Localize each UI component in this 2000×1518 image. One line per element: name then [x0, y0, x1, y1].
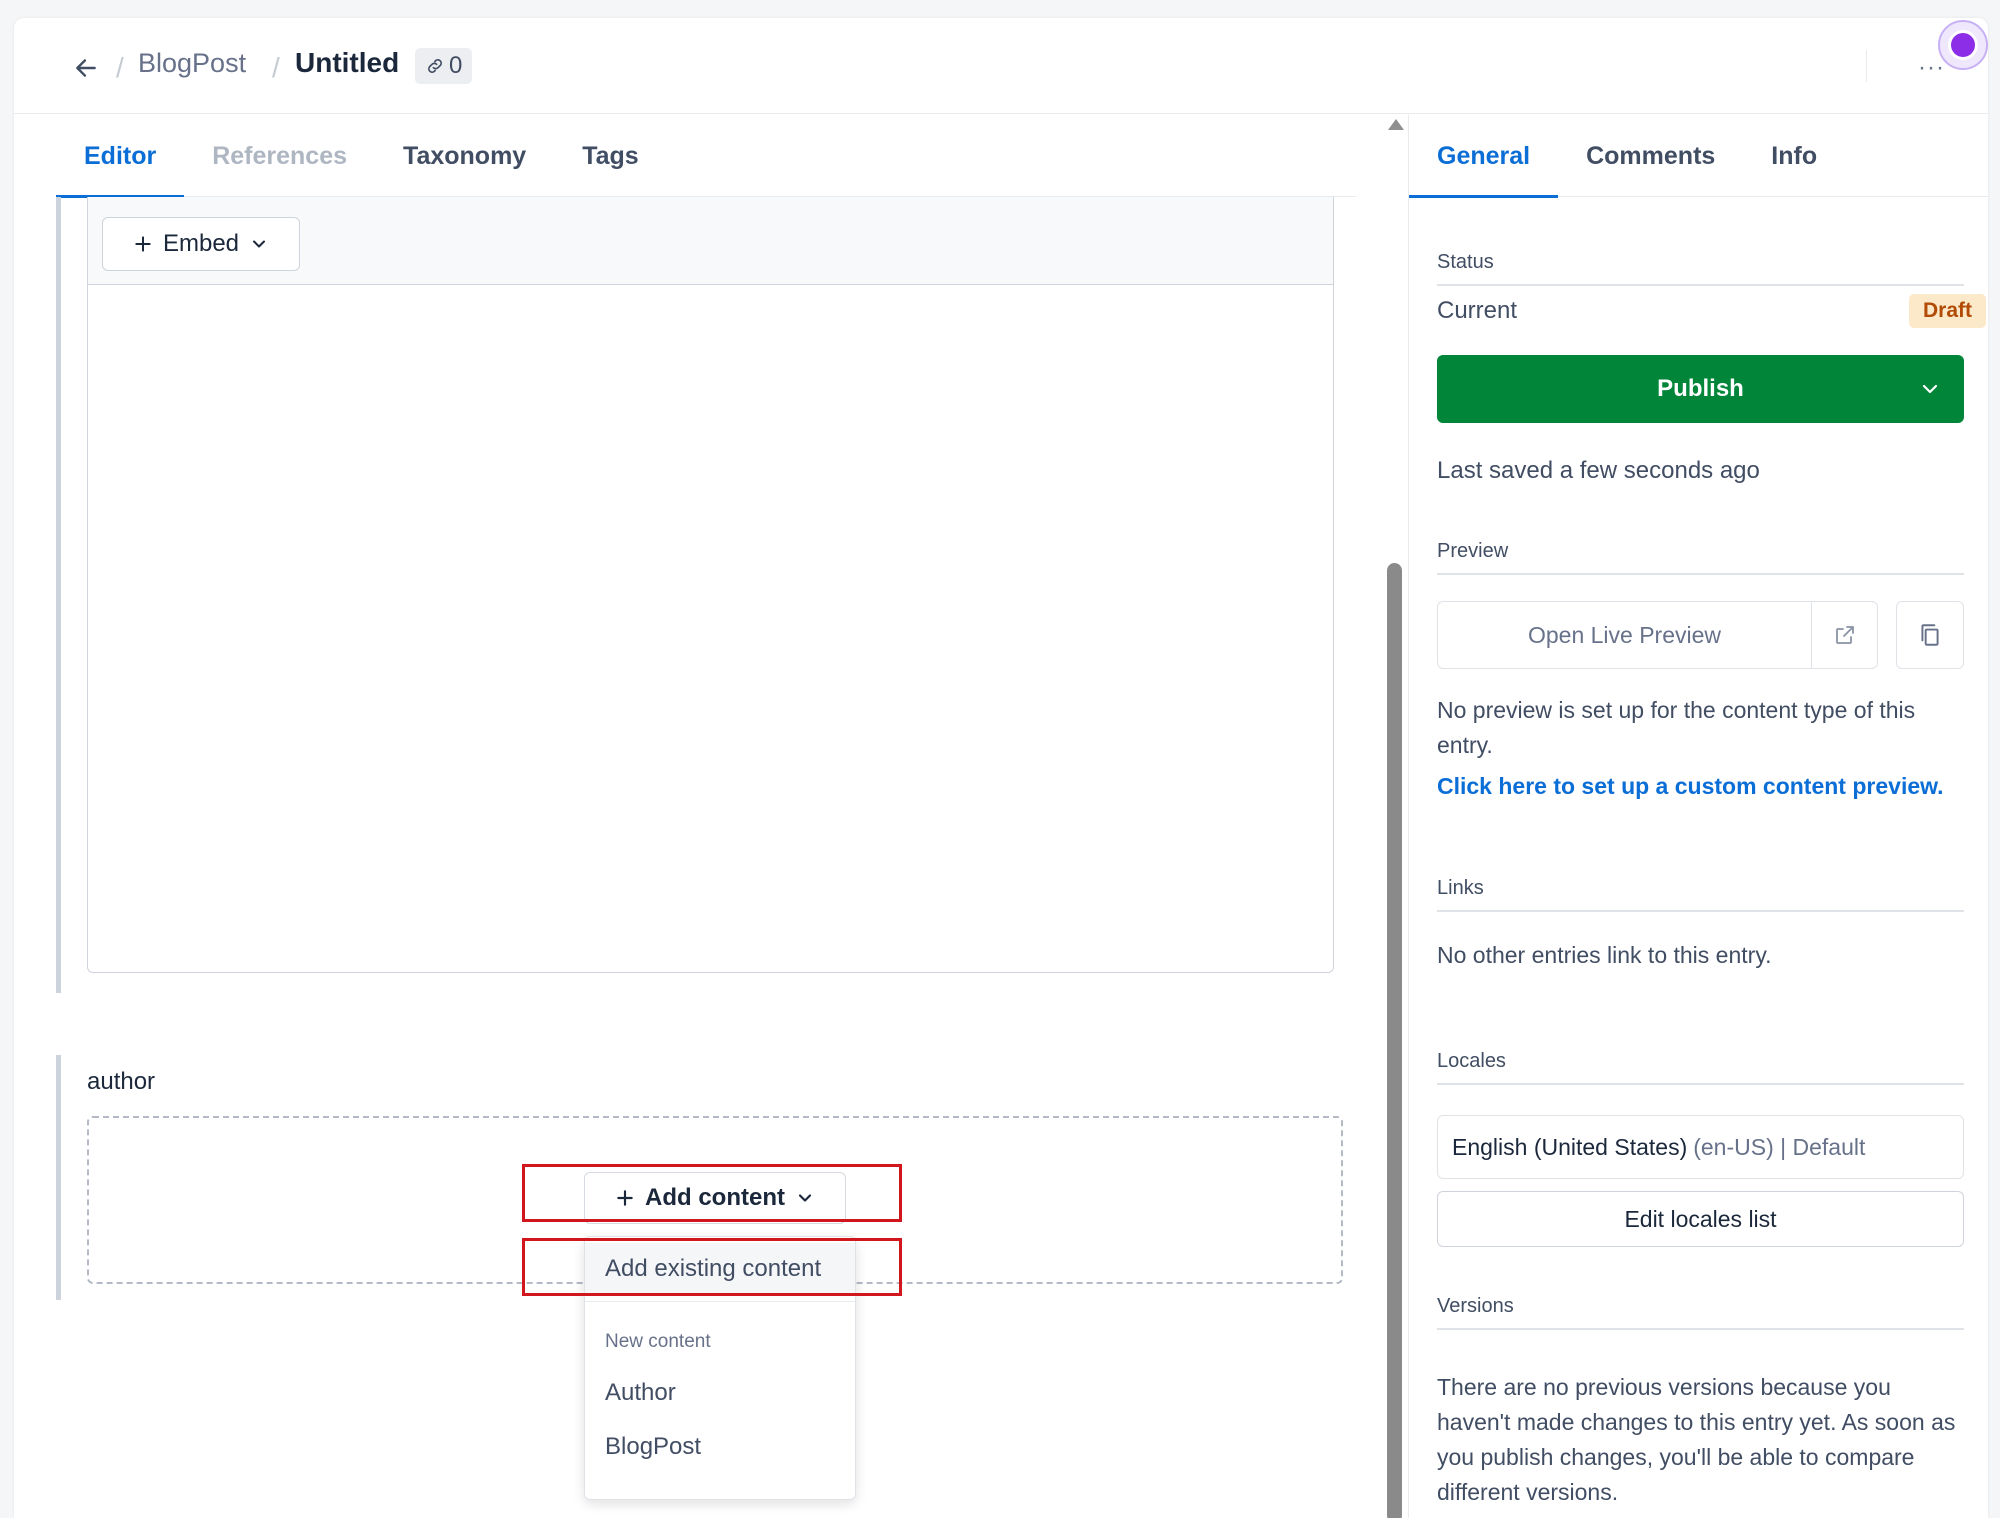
custom-preview-link[interactable]: Click here to set up a custom content pr… [1437, 773, 1944, 800]
field-focus-bar [56, 197, 61, 993]
menu-item-author[interactable]: Author [585, 1367, 855, 1419]
tab-info[interactable]: Info [1743, 115, 1845, 197]
tab-label: Tags [582, 141, 639, 170]
arrow-left-icon [76, 59, 96, 77]
add-content-menu: Add existing content New content Author … [584, 1236, 856, 1500]
tab-label: Editor [84, 141, 157, 170]
plus-icon [135, 236, 151, 252]
breadcrumb-content-type[interactable]: BlogPost [138, 48, 246, 79]
section-title-links: Links [1437, 877, 1964, 912]
copy-button[interactable] [1896, 601, 1964, 669]
tab-label: Comments [1586, 141, 1716, 170]
user-avatar[interactable] [1938, 20, 1988, 70]
tab-label: Info [1771, 141, 1818, 170]
preview-controls: Open Live Preview [1437, 601, 1964, 669]
versions-message: There are no previous versions because y… [1437, 1374, 1956, 1505]
add-content-button[interactable]: Add content [584, 1172, 846, 1224]
locale-code: (en-US) | Default [1693, 1133, 1866, 1160]
header-divider [1866, 50, 1867, 82]
reference-count: 0 [449, 52, 463, 79]
open-live-preview-button[interactable]: Open Live Preview [1437, 601, 1812, 669]
section-title-locales: Locales [1437, 1050, 1964, 1085]
sidebar-tabs: General Comments Info [1409, 115, 1988, 198]
publish-label: Publish [1657, 375, 1744, 402]
status-badge: Draft [1909, 294, 1987, 328]
locale-item: English (United States) (en-US) | Defaul… [1437, 1115, 1964, 1179]
entry-title: Untitled [295, 47, 400, 78]
locale-name: English (United States) [1452, 1133, 1688, 1160]
tab-label: Taxonomy [403, 141, 527, 170]
rich-text-toolbar: Embed [88, 197, 1333, 285]
breadcrumb-separator: / [272, 52, 280, 83]
field-bar [56, 1055, 61, 1300]
editor-tabs: Editor References Taxonomy Tags [56, 115, 1356, 198]
section-title-preview: Preview [1437, 540, 1964, 575]
menu-item-label: Author [605, 1379, 676, 1406]
tab-label: General [1437, 141, 1531, 170]
last-saved-text: Last saved a few seconds ago [1437, 457, 1760, 484]
plus-icon [617, 1190, 633, 1206]
menu-item-blogpost[interactable]: BlogPost [585, 1421, 855, 1473]
no-preview-message: No preview is set up for the content typ… [1437, 697, 1916, 758]
menu-item-label: BlogPost [605, 1433, 702, 1460]
open-live-preview-label: Open Live Preview [1527, 621, 1722, 648]
chevron-down-icon [253, 240, 266, 248]
edit-locales-button[interactable]: Edit locales list [1437, 1191, 1964, 1247]
embed-label: Embed [162, 230, 240, 257]
chevron-down-icon [798, 1194, 812, 1202]
menu-heading-new-content: New content [605, 1331, 711, 1352]
scroll-up-arrow-icon[interactable] [1388, 119, 1404, 130]
reference-count-badge[interactable]: 0 [415, 48, 473, 84]
author-field-label: author [87, 1068, 156, 1095]
copy-icon [1921, 624, 1939, 646]
current-status-label: Current [1437, 297, 1518, 324]
section-title-status: Status [1437, 251, 1964, 286]
publish-button[interactable]: Publish [1437, 355, 1964, 423]
editor-scrollbar[interactable] [1384, 115, 1406, 1518]
edit-locales-label: Edit locales list [1624, 1205, 1777, 1232]
embed-button[interactable]: Embed [102, 217, 300, 271]
chevron-down-icon[interactable] [1918, 377, 1942, 401]
scrollbar-thumb[interactable] [1387, 563, 1402, 1518]
tab-references[interactable]: References [184, 115, 375, 197]
add-content-label: Add content [645, 1184, 785, 1211]
tab-label: References [212, 141, 348, 170]
rich-text-editor-area[interactable] [88, 286, 1333, 972]
link-icon [428, 59, 442, 73]
menu-divider [585, 1301, 855, 1302]
entry-sidebar: General Comments Info Status Current Dra… [1408, 115, 1988, 1518]
tab-tags[interactable]: Tags [554, 115, 667, 197]
external-link-icon [1835, 626, 1854, 644]
tab-editor[interactable]: Editor [56, 115, 185, 198]
app-window: / BlogPost / Untitled 0 ··· Editor Refer… [14, 18, 1988, 1518]
links-message: No other entries link to this entry. [1437, 942, 1772, 968]
breadcrumb-separator: / [116, 52, 124, 83]
rich-text-field: Embed [87, 197, 1334, 973]
section-title-versions: Versions [1437, 1295, 1964, 1330]
tab-comments[interactable]: Comments [1558, 115, 1743, 197]
menu-item-add-existing[interactable]: Add existing content [585, 1243, 855, 1295]
open-external-button[interactable] [1811, 601, 1878, 669]
entry-header: / BlogPost / Untitled 0 ··· [14, 18, 1988, 114]
tab-taxonomy[interactable]: Taxonomy [375, 115, 554, 197]
menu-item-label: Add existing content [605, 1255, 822, 1282]
back-button[interactable] [66, 48, 106, 88]
tab-general[interactable]: General [1409, 115, 1559, 198]
